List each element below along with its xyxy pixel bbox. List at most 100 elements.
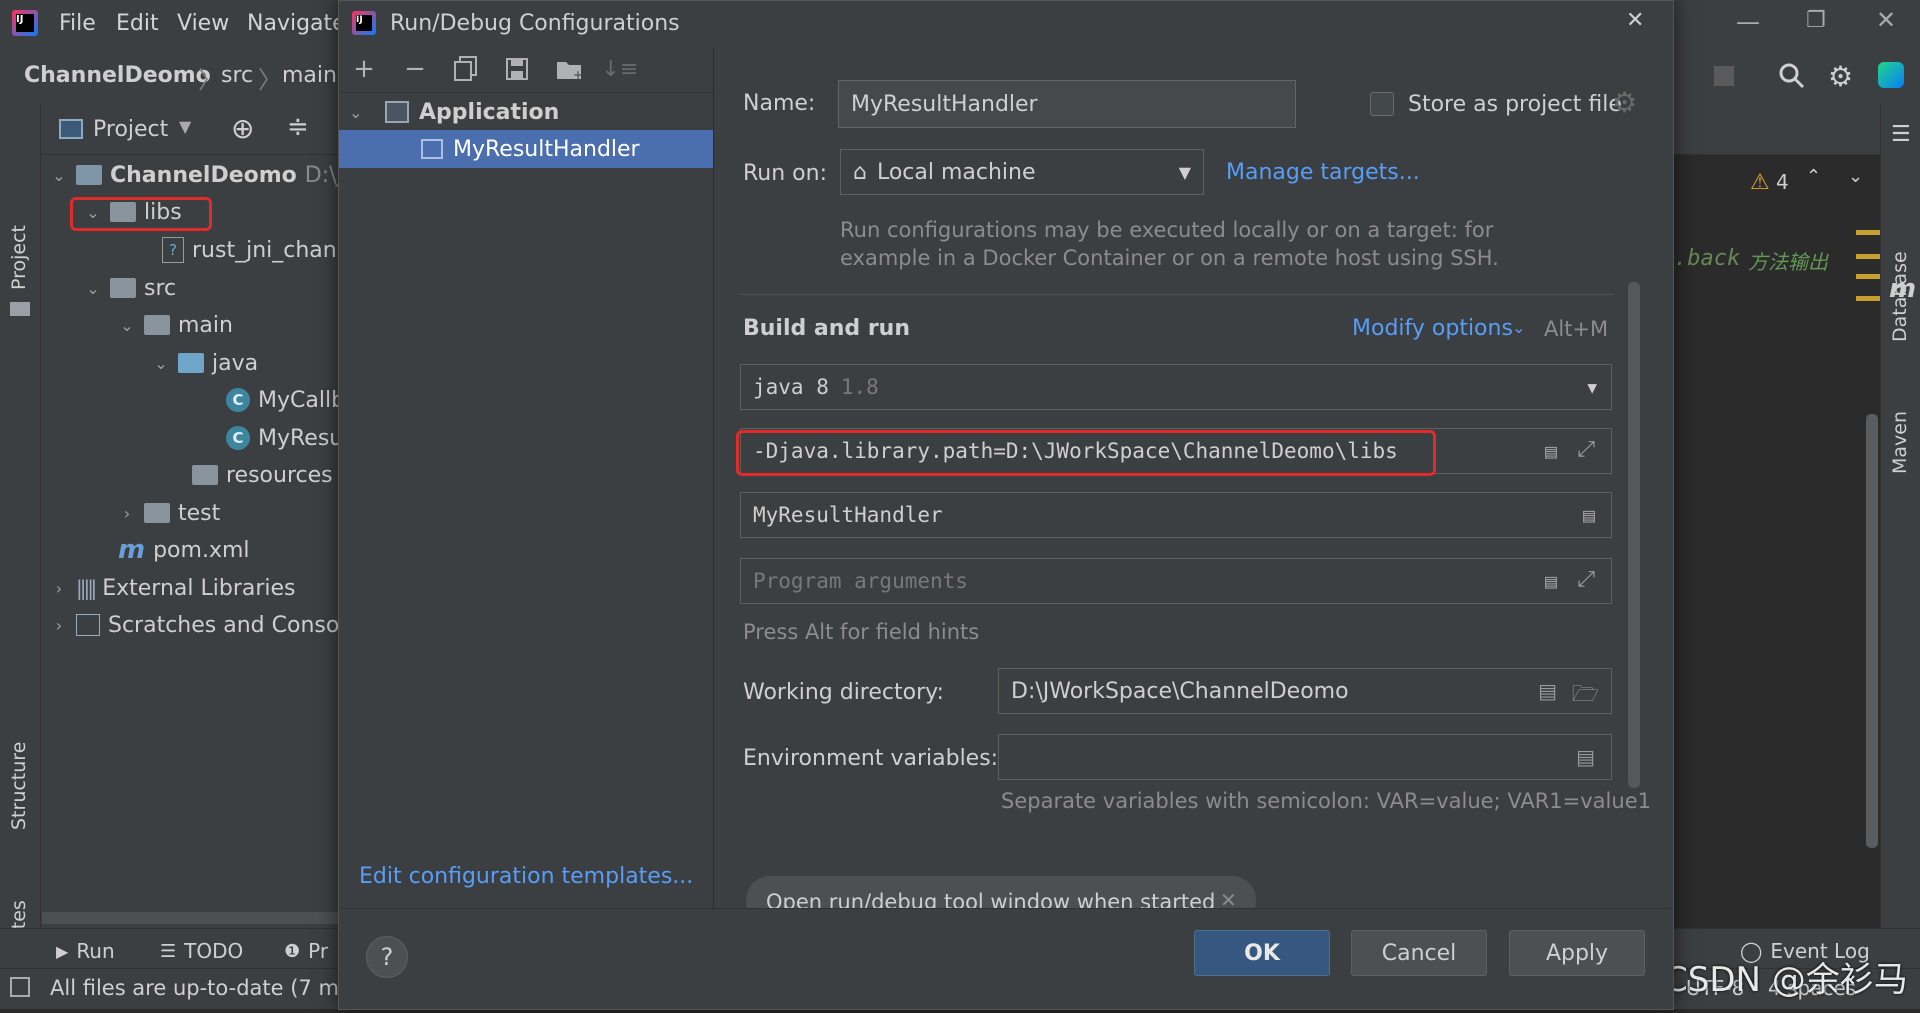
editor-scrollbar[interactable] bbox=[1866, 414, 1878, 848]
option-chip[interactable]: Open run/debug tool window when started … bbox=[746, 876, 1256, 908]
run-on-select[interactable]: ⌂ Local machine ▼ bbox=[840, 149, 1204, 195]
main-class-value: MyResultHandler bbox=[753, 503, 943, 527]
tree-row-external-libraries[interactable]: › |||‖ External Libraries bbox=[50, 570, 296, 606]
breadcrumb-main[interactable]: main bbox=[282, 63, 337, 88]
tree-row-resources[interactable]: resources bbox=[192, 457, 333, 493]
vm-options-input[interactable]: -Djava.library.path=D:\JWorkSpace\Channe… bbox=[740, 428, 1612, 474]
close-icon[interactable]: ✕ bbox=[1626, 8, 1644, 33]
manage-targets-link[interactable]: Manage targets... bbox=[1226, 160, 1420, 185]
cancel-button[interactable]: Cancel bbox=[1351, 930, 1487, 976]
expand-arrow-icon[interactable]: ⌄ bbox=[84, 203, 102, 222]
add-configuration-icon[interactable]: + bbox=[349, 54, 379, 84]
remove-configuration-icon[interactable]: − bbox=[400, 54, 430, 84]
stop-icon[interactable] bbox=[1714, 66, 1734, 86]
program-arguments-input[interactable]: Program arguments ▤ ⤢ bbox=[740, 558, 1612, 604]
dialog-form-scrollbar[interactable] bbox=[1628, 282, 1640, 788]
todo-tool-label: TODO bbox=[184, 939, 244, 963]
working-directory-input[interactable]: D:\JWorkSpace\ChannelDeomo ▤ 🗁 bbox=[998, 668, 1612, 714]
warning-icon[interactable]: ⚠ bbox=[1750, 170, 1770, 195]
apply-button[interactable]: Apply bbox=[1509, 930, 1645, 976]
horizontal-scrollbar[interactable] bbox=[42, 912, 338, 924]
settings-gear-icon[interactable]: ⚙ bbox=[1828, 60, 1853, 93]
expand-icon[interactable]: ⤢ bbox=[1577, 567, 1595, 592]
tab-maven[interactable]: Maven bbox=[1889, 411, 1911, 474]
project-panel-header: Project ▼ ⊕ ≑ bbox=[41, 104, 341, 155]
status-message: All files are up-to-date (7 mi bbox=[50, 976, 345, 1000]
expand-arrow-icon[interactable]: › bbox=[50, 579, 68, 598]
todo-tool-button[interactable]: ☰ TODO bbox=[160, 939, 243, 963]
expand-arrow-icon[interactable]: ⌄ bbox=[152, 354, 170, 373]
sort-icon[interactable]: ↓≡ bbox=[602, 54, 639, 84]
tree-row-src[interactable]: ⌄ src bbox=[84, 270, 176, 306]
tree-row-pom[interactable]: m pom.xml bbox=[118, 532, 250, 568]
list-edit-icon[interactable]: ▤ bbox=[1545, 569, 1557, 593]
tree-row-mycallback[interactable]: C MyCallb bbox=[226, 382, 345, 418]
list-edit-icon[interactable]: ▤ bbox=[1576, 745, 1595, 769]
breadcrumb-src[interactable]: src bbox=[221, 63, 253, 88]
expand-arrow-icon[interactable]: › bbox=[118, 504, 136, 523]
expand-arrow-icon[interactable]: ⌄ bbox=[50, 166, 68, 185]
main-class-input[interactable]: MyResultHandler ▤ bbox=[740, 492, 1612, 538]
help-button[interactable]: ? bbox=[366, 936, 408, 978]
locate-crosshair-icon[interactable]: ⊕ bbox=[231, 112, 254, 145]
run-on-label: Run on: bbox=[743, 161, 827, 186]
tree-row-scratches[interactable]: › Scratches and Consol bbox=[50, 607, 346, 643]
environment-variables-input[interactable]: ▤ bbox=[998, 734, 1612, 780]
menu-edit[interactable]: Edit bbox=[116, 11, 159, 36]
minimize-icon[interactable]: — bbox=[1736, 8, 1760, 36]
close-window-icon[interactable]: ✕ bbox=[1876, 6, 1896, 34]
move-to-folder-icon[interactable]: + bbox=[554, 54, 584, 84]
copy-configuration-icon[interactable] bbox=[451, 54, 481, 84]
expand-arrow-icon[interactable]: ⌄ bbox=[84, 279, 102, 298]
gear-icon[interactable]: ⚙ bbox=[1612, 86, 1637, 119]
save-configuration-icon[interactable] bbox=[502, 54, 532, 84]
build-and-run-label: Build and run bbox=[743, 316, 911, 341]
collapse-all-icon[interactable]: ≑ bbox=[287, 112, 309, 142]
expand-arrow-icon[interactable]: › bbox=[50, 616, 68, 635]
edit-templates-link[interactable]: Edit configuration templates... bbox=[359, 864, 693, 889]
tree-row-myresulthandler[interactable]: C MyResu bbox=[226, 420, 343, 456]
run-tool-button[interactable]: ▶ Run bbox=[56, 939, 115, 963]
toolbar-divider bbox=[339, 92, 713, 93]
list-edit-icon[interactable]: ▤ bbox=[1538, 679, 1557, 703]
chevron-down-icon[interactable]: ▼ bbox=[179, 117, 191, 136]
menu-file[interactable]: File bbox=[59, 11, 96, 36]
info-icon: ❶ bbox=[284, 940, 301, 962]
chevron-up-icon[interactable]: ⌃ bbox=[1806, 166, 1821, 187]
tree-row-rust-jni[interactable]: ? rust_jni_chann bbox=[162, 232, 351, 268]
expand-arrow-icon[interactable]: ⌄ bbox=[349, 103, 371, 122]
restore-icon[interactable]: ❐ bbox=[1806, 8, 1826, 33]
jetbrains-toolbox-icon[interactable] bbox=[1878, 62, 1904, 88]
tree-row-main[interactable]: ⌄ main bbox=[118, 307, 233, 343]
ok-button[interactable]: OK bbox=[1194, 930, 1330, 976]
tree-row-java[interactable]: ⌄ java bbox=[152, 345, 258, 381]
list-edit-icon[interactable]: ▤ bbox=[1545, 439, 1557, 463]
store-as-project-label[interactable]: Store as project file bbox=[1408, 92, 1622, 117]
chevron-down-icon[interactable]: ⌄ bbox=[1848, 166, 1863, 187]
menu-navigate[interactable]: Navigate bbox=[247, 11, 346, 36]
chevron-down-icon[interactable]: ⌄ bbox=[1512, 318, 1525, 337]
problems-tool-button[interactable]: ❶ Pr bbox=[284, 939, 328, 963]
jdk-select[interactable]: java 8 1.8 ▼ bbox=[740, 364, 1612, 410]
tree-label: MyCallb bbox=[258, 387, 346, 413]
browse-class-icon[interactable]: ▤ bbox=[1583, 503, 1595, 527]
tab-project[interactable]: Project bbox=[8, 225, 30, 290]
name-input[interactable]: MyResultHandler bbox=[838, 80, 1296, 128]
menu-view[interactable]: View bbox=[177, 11, 229, 36]
folder-browse-icon[interactable]: 🗁 bbox=[1572, 677, 1599, 715]
tree-item-myresulthandler[interactable]: MyResultHandler bbox=[339, 130, 713, 168]
expand-icon[interactable]: ⤢ bbox=[1577, 437, 1595, 462]
remove-chip-icon[interactable]: ✕ bbox=[1220, 888, 1237, 908]
project-panel-title[interactable]: Project bbox=[93, 117, 168, 142]
tree-row-libs[interactable]: ⌄ libs bbox=[84, 194, 181, 230]
expand-arrow-icon[interactable]: ⌄ bbox=[118, 316, 136, 335]
tab-structure[interactable]: Structure bbox=[8, 742, 30, 830]
tree-row-channeldeomo[interactable]: ⌄ ChannelDeomo D:\J bbox=[50, 157, 343, 193]
folder-icon bbox=[144, 503, 170, 523]
breadcrumb-project[interactable]: ChannelDeomo bbox=[24, 63, 211, 88]
modify-options-link[interactable]: Modify options bbox=[1352, 316, 1513, 341]
store-as-project-checkbox[interactable] bbox=[1370, 92, 1394, 116]
search-icon[interactable] bbox=[1778, 62, 1806, 90]
tree-group-application[interactable]: ⌄ Application bbox=[339, 94, 713, 130]
tree-row-test[interactable]: › test bbox=[118, 495, 220, 531]
